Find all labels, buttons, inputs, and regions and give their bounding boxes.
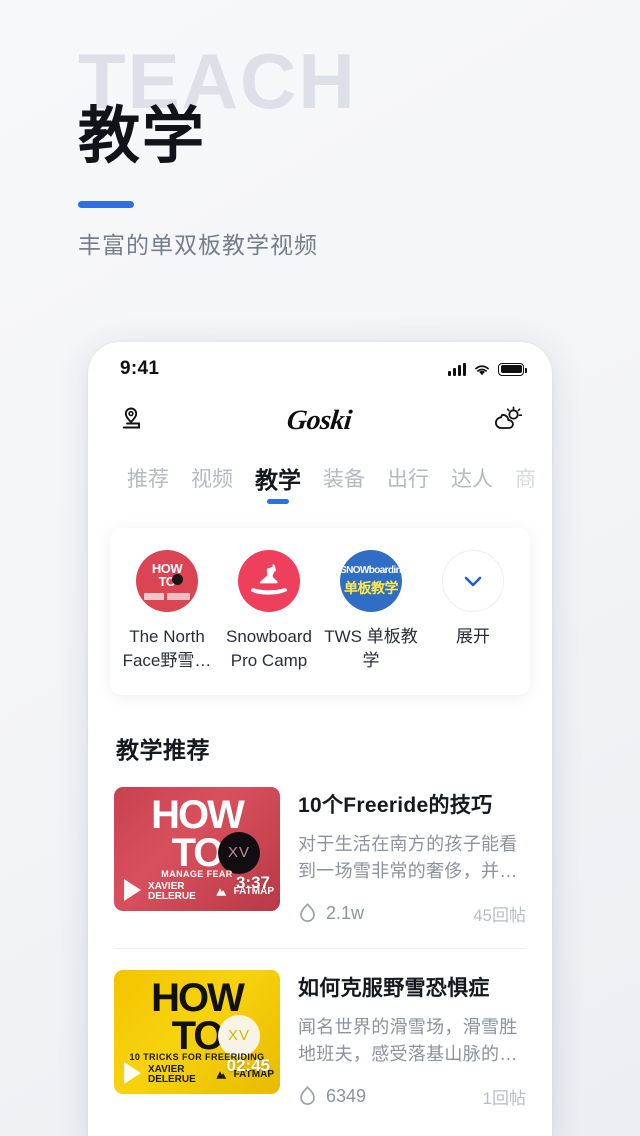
app-header: Goski <box>88 390 552 452</box>
play-icon[interactable] <box>124 878 141 901</box>
hero-accent-rule <box>78 200 134 208</box>
thumb-badge: XV <box>218 831 260 874</box>
howto-north-face-logo-icon: HOW TO <box>136 550 198 612</box>
thumb-badge: XV <box>218 1014 260 1057</box>
video-description: 对于生活在南方的孩子能看到一场雪非常的奢侈，并且是… <box>298 833 518 881</box>
reply-count: 1回帖 <box>482 1088 526 1108</box>
video-stats: 2.1w 45回帖 <box>298 901 526 926</box>
hero-subtitle: 丰富的单双板教学视频 <box>78 231 318 258</box>
phone-mockup: 9:41 Goski 推荐 视频 教学 装备 出行 达人 商 HOW TO Th… <box>88 342 552 1136</box>
howto-line2: TO <box>158 574 176 589</box>
category-card: HOW TO The North Face野雪… Snowboard Pro C… <box>110 528 530 695</box>
thumb-text-how: HOW <box>151 975 245 1020</box>
tws-line2: 单板教学 <box>344 580 399 596</box>
thumb-brand-name: XAVIER DELERUE <box>148 1063 196 1086</box>
status-bar: 9:41 <box>88 342 552 390</box>
heat-value: 6349 <box>326 1085 367 1106</box>
video-thumbnail[interactable]: HOW TO XV 10 TRICKS FOR FREERIDING XAVIE… <box>114 969 280 1094</box>
section-title: 教学推荐 <box>116 736 210 763</box>
chevron-down-icon <box>442 550 504 612</box>
video-description: 闻名世界的滑雪场，滑雪胜地班夫，感受落基山脉的震撼… <box>298 1016 518 1064</box>
video-meta: 如何克服野雪恐惧症 闻名世界的滑雪场，滑雪胜地班夫，感受落基山脉的震撼… 634… <box>298 970 526 1109</box>
category-label: Snowboard Pro Camp <box>225 627 312 670</box>
video-meta: 10个Freeride的技巧 对于生活在南方的孩子能看到一场雪非常的奢侈，并且是… <box>298 787 526 926</box>
tws-snowboarding-logo-icon: SNOWboarding 单板教学 <box>340 550 402 612</box>
video-stats: 6349 1回帖 <box>298 1084 526 1109</box>
status-indicators <box>448 362 527 376</box>
tab-shang[interactable]: 商 <box>504 463 547 497</box>
tab-shipin[interactable]: 视频 <box>180 463 244 497</box>
tab-chuxing[interactable]: 出行 <box>376 463 440 497</box>
snowboarder-logo-icon <box>238 550 300 612</box>
wifi-icon <box>475 364 489 375</box>
flame-icon <box>300 1086 315 1106</box>
thumb-text-how: HOW <box>151 792 245 837</box>
heat-value: 2.1w <box>326 902 365 923</box>
video-thumbnail[interactable]: HOW TO XV MANAGE FEAR XAVIER DELERUE FAT… <box>114 786 280 911</box>
tab-zhuangbei[interactable]: 装备 <box>312 463 376 497</box>
hero-section: TEACH 教学 丰富的单双板教学视频 <box>78 42 558 260</box>
app-logo: Goski <box>285 405 353 436</box>
video-list: HOW TO XV MANAGE FEAR XAVIER DELERUE FAT… <box>88 786 552 1131</box>
tws-line1: SNOWboarding <box>340 565 402 576</box>
play-icon[interactable] <box>124 1061 141 1084</box>
category-item-tws[interactable]: SNOWboarding 单板教学 TWS 单板教学 <box>320 550 422 673</box>
howto-dot <box>172 574 183 585</box>
category-label: The North Face野雪… <box>122 627 212 670</box>
tab-tuijian[interactable]: 推荐 <box>116 463 180 497</box>
location-pin-icon[interactable] <box>118 405 144 438</box>
search-icon[interactable] <box>551 466 552 494</box>
heat-stat: 6349 <box>298 1085 366 1107</box>
video-title: 10个Freeride的技巧 <box>298 793 493 817</box>
category-label: 展开 <box>456 627 490 646</box>
tab-daren[interactable]: 达人 <box>440 463 504 497</box>
list-item[interactable]: HOW TO XV MANAGE FEAR XAVIER DELERUE FAT… <box>114 786 526 948</box>
category-item-snowboard-pro-camp[interactable]: Snowboard Pro Camp <box>218 550 320 673</box>
list-item[interactable]: HOW TO XV 10 TRICKS FOR FREERIDING XAVIE… <box>114 947 526 1131</box>
video-title: 如何克服野雪恐惧症 <box>298 976 490 1000</box>
tab-bar: 推荐 视频 教学 装备 出行 达人 商 <box>88 452 552 504</box>
battery-icon <box>498 362 527 376</box>
signal-bars-icon <box>448 362 466 376</box>
thumb-brand-name: XAVIER DELERUE <box>148 880 196 903</box>
category-item-north-face[interactable]: HOW TO The North Face野雪… <box>116 550 218 673</box>
flame-icon <box>300 903 315 923</box>
tab-jiaoxue[interactable]: 教学 <box>244 463 312 497</box>
howto-footer-bar <box>144 593 190 600</box>
north-face-logo-icon <box>216 888 227 896</box>
category-label: TWS 单板教学 <box>324 627 418 670</box>
status-time: 9:41 <box>120 358 160 379</box>
video-duration: 02:45 <box>226 1055 270 1075</box>
video-duration: 3:37 <box>235 872 270 892</box>
reply-count: 45回帖 <box>473 905 526 925</box>
heat-stat: 2.1w <box>298 902 364 924</box>
category-item-expand[interactable]: 展开 <box>422 550 524 673</box>
sun-behind-cloud-icon[interactable] <box>494 405 524 438</box>
